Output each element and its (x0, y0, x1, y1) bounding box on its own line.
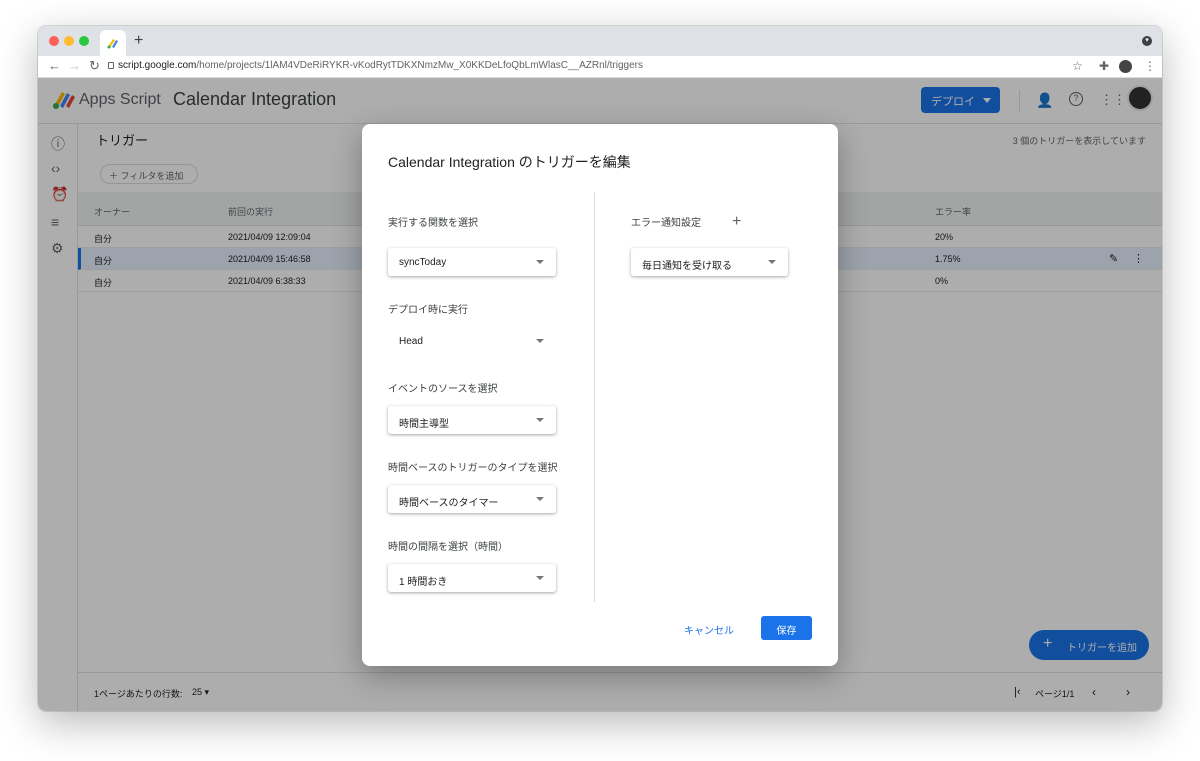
dropdown-arrow-icon (536, 418, 544, 422)
url-path: /home/projects/1lAM4VDeRiRYKR-vKodRytTDK… (196, 60, 644, 71)
reload-icon[interactable]: ↻ (89, 58, 100, 74)
extensions-puzzle-icon[interactable]: ✚ (1099, 59, 1109, 73)
back-icon[interactable]: ← (48, 58, 61, 73)
function-select-label: 実行する関数を選択 (388, 218, 478, 229)
dropdown-arrow-icon (536, 260, 544, 264)
maximize-window-button[interactable] (79, 36, 89, 46)
url-host: script.google.com (118, 60, 197, 71)
dropdown-arrow-icon (536, 339, 544, 343)
edit-trigger-dialog: Calendar Integration のトリガーを編集 実行する関数を選択 … (362, 124, 838, 666)
function-select-value: syncToday (399, 257, 447, 268)
error-notification-value: 毎日通知を受け取る (642, 261, 732, 272)
tab-search-icon[interactable]: ▾ (1142, 36, 1152, 46)
deploy-select[interactable]: Head (388, 327, 556, 355)
browser-menu-icon[interactable]: ⋮ (1144, 59, 1156, 73)
profile-avatar[interactable] (1119, 60, 1132, 73)
add-notification-plus-icon[interactable]: + (732, 213, 741, 231)
tab-strip: + ▾ (38, 26, 1162, 56)
minimize-window-button[interactable] (64, 36, 74, 46)
dialog-column-divider (594, 192, 595, 602)
forward-icon[interactable]: → (68, 58, 81, 73)
new-tab-button[interactable]: + (134, 32, 143, 50)
function-select[interactable]: syncToday (388, 248, 556, 276)
lock-icon (108, 62, 114, 69)
cancel-button[interactable]: キャンセル (684, 622, 734, 637)
browser-tab[interactable] (100, 30, 126, 56)
deploy-select-label: デプロイ時に実行 (388, 305, 468, 316)
dropdown-arrow-icon (536, 497, 544, 501)
trigger-type-label: 時間ベースのトリガーのタイプを選択 (388, 463, 558, 474)
interval-value: 1 時間おき (399, 577, 448, 588)
trigger-type-value: 時間ベースのタイマー (399, 498, 499, 509)
trigger-type-select[interactable]: 時間ベースのタイマー (388, 485, 556, 513)
error-notification-label: エラー通知設定 (631, 218, 701, 229)
dropdown-arrow-icon (768, 260, 776, 264)
dropdown-arrow-icon (536, 576, 544, 580)
close-window-button[interactable] (49, 36, 59, 46)
save-button[interactable]: 保存 (761, 616, 812, 640)
event-source-select[interactable]: 時間主導型 (388, 406, 556, 434)
browser-toolbar: ← → ↻ script.google.com/home/projects/1l… (38, 56, 1162, 78)
event-source-label: イベントのソースを選択 (388, 384, 498, 395)
event-source-value: 時間主導型 (399, 419, 449, 430)
address-bar[interactable]: script.google.com/home/projects/1lAM4VDe… (118, 60, 643, 71)
error-notification-select[interactable]: 毎日通知を受け取る (631, 248, 788, 276)
deploy-select-value: Head (399, 336, 423, 347)
interval-label: 時間の間隔を選択（時間） (388, 542, 508, 553)
dialog-title: Calendar Integration のトリガーを編集 (388, 154, 631, 170)
bookmark-star-icon[interactable]: ☆ (1072, 59, 1083, 73)
apps-script-favicon-icon (107, 39, 118, 49)
interval-select[interactable]: 1 時間おき (388, 564, 556, 592)
